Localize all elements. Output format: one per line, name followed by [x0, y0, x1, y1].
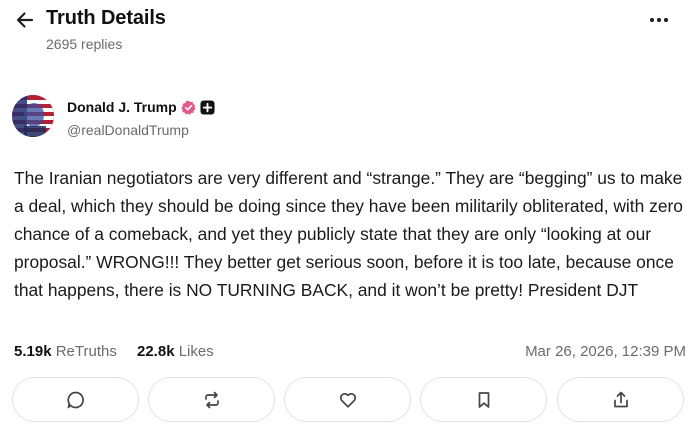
verified-badge-icon: [180, 100, 196, 115]
retruth-button[interactable]: [148, 377, 275, 422]
arrow-left-icon: [16, 12, 34, 28]
share-button[interactable]: [557, 377, 684, 422]
page-title: Truth Details: [46, 7, 166, 29]
author-name-row: Donald J. Trump: [67, 99, 215, 115]
repost-icon: [204, 391, 219, 408]
more-options-button[interactable]: [645, 9, 673, 31]
bookmark-icon: [478, 391, 489, 408]
likes-count: 22.8k: [137, 343, 175, 360]
avatar-image: [12, 95, 54, 137]
back-button[interactable]: [12, 7, 38, 33]
heart-icon: [339, 392, 356, 408]
likes-label: Likes: [178, 343, 214, 360]
post-body: The Iranian negotiators are very differe…: [14, 168, 683, 300]
more-horizontal-icon: [649, 17, 669, 23]
author-name[interactable]: Donald J. Trump: [67, 99, 177, 115]
action-bar: [12, 377, 684, 422]
likes-stat[interactable]: 22.8k Likes: [137, 343, 214, 360]
post-timestamp: Mar 26, 2026, 12:39 PM: [525, 343, 686, 360]
like-button[interactable]: [284, 377, 411, 422]
post-stats: 5.19k ReTruths 22.8k Likes Mar 26, 2026,…: [14, 343, 686, 363]
reply-count: 2695 replies: [46, 36, 123, 52]
avatar[interactable]: [12, 95, 54, 137]
author-handle[interactable]: @realDonaldTrump: [67, 122, 189, 138]
retruths-label: ReTruths: [55, 343, 117, 360]
page-header: Truth Details 2695 replies: [0, 0, 699, 62]
share-icon: [613, 391, 628, 407]
bookmark-button[interactable]: [420, 377, 547, 422]
plus-badge-icon: [200, 99, 215, 115]
post-author[interactable]: Donald J. Trump @realDonaldTrump: [12, 95, 412, 139]
reply-button[interactable]: [12, 377, 139, 422]
comment-icon: [66, 391, 84, 408]
retruths-stat[interactable]: 5.19k ReTruths: [14, 343, 117, 360]
retruths-count: 5.19k: [14, 343, 52, 360]
